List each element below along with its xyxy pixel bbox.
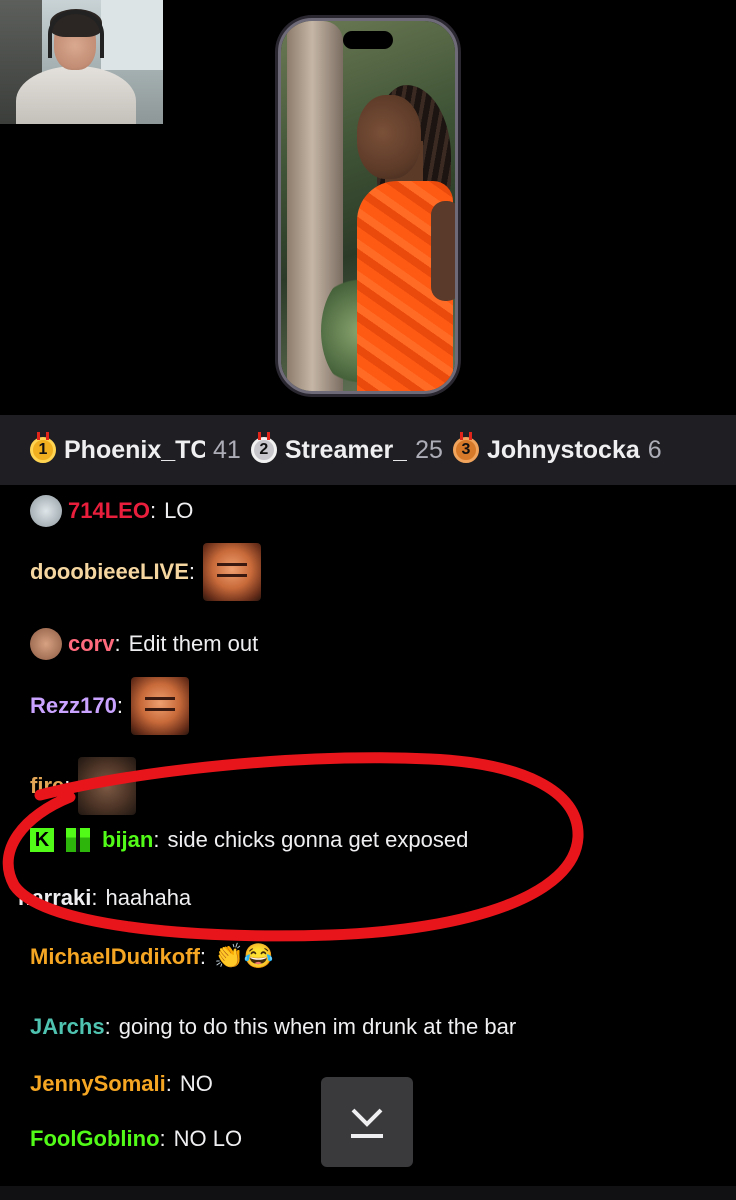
chat-separator: : [159,1126,166,1151]
rank-1-medal-icon: 1 [30,432,56,463]
bronze-coin-icon [30,628,62,660]
streamer-webcam [0,0,163,124]
chat-separator: : [64,773,71,798]
chat-message: FoolGoblino: NO LO [30,1123,242,1155]
leaderboard-username: Phoenix_TC [64,435,205,464]
leaderboard-username: Streamer_ [284,435,408,464]
chat-separator: : [149,498,157,523]
chat-username[interactable]: 714LEO [68,498,150,524]
chat-separator: : [91,885,98,910]
chat-separator: : [153,827,160,852]
chat-separator: : [188,559,196,584]
kick-badge-icon: K [30,828,54,852]
leaderboard-count: 41 [213,435,241,464]
chat-username[interactable]: FoolGoblino [30,1126,160,1152]
face-emote [78,757,137,815]
chat-text: LO [164,498,194,523]
silver-coin-icon [30,495,62,527]
chat-message: narraki: haahaha [18,882,191,914]
bottom-bar [0,1186,736,1200]
rank-3-medal-icon: 3 [452,432,479,463]
chat-username[interactable]: dooobieeeLIVE [30,559,189,585]
leaderboard-username: Johnystocka [486,435,640,464]
chat-separator: : [116,693,123,718]
chat-username[interactable]: JArchs [30,1014,105,1040]
chat-separator: : [165,1071,172,1096]
gift-badge-icon [66,828,90,852]
chat-text: side chicks gonna get exposed [167,827,469,852]
chat-message: fire: [30,757,137,815]
leaderboard-count: 6 [647,435,662,464]
chat-text: haahaha [105,885,192,910]
chat-message: corv: Edit them out [30,628,258,660]
chat-text: going to do this when im drunk at the ba… [118,1014,517,1039]
leo-emote [203,543,262,601]
chat-message: JArchs: going to do this when im drunk at… [30,1011,516,1043]
rank-2-medal-icon: 2 [250,432,277,463]
leo-emote [130,677,189,735]
chat-separator: : [104,1014,111,1039]
chat-username[interactable]: corv [68,631,114,657]
chat-message: MichaelDudikoff: 👏😂 [30,935,274,979]
chat-message: Rezz170: [30,677,189,735]
chat-text: Edit them out [128,631,259,656]
leaderboard-entry-3[interactable]: 3 Johnystocka 6 [452,432,662,465]
chat-username[interactable]: narraki [18,885,91,911]
chat-text: NO LO [173,1126,243,1151]
chat-message: 714LEO: LO [30,495,193,527]
leaderboard-entry-2[interactable]: 2 Streamer_ 25 [250,432,443,465]
chat-username[interactable]: MichaelDudikoff [30,944,200,970]
leaderboard-count: 25 [415,435,443,464]
chat-text: NO [179,1071,213,1096]
chevron-down-to-bottom-icon [351,1108,383,1138]
phone-video-frame [278,18,458,394]
gift-leaderboard: 1 Phoenix_TC 41 2 Streamer_ 25 3 Johnyst… [0,415,736,485]
chat-username[interactable]: Rezz170 [30,693,117,719]
chat-separator: : [199,944,207,969]
chat-message: JennySomali: NO [30,1068,213,1100]
chat-username[interactable]: fire [30,773,64,799]
leaderboard-entry-1[interactable]: 1 Phoenix_TC 41 [30,432,241,465]
chat-username[interactable]: JennySomali [30,1071,166,1097]
chat-username[interactable]: bijan [102,827,153,853]
scroll-to-bottom-button[interactable] [321,1077,413,1167]
stream-video-area[interactable] [0,0,736,415]
chat-separator: : [114,631,121,656]
chat-message: Kbijan: side chicks gonna get exposed [30,824,468,856]
clap-laugh-emote: 👏😂 [214,943,274,970]
chat-message: dooobieeeLIVE: [30,543,262,601]
